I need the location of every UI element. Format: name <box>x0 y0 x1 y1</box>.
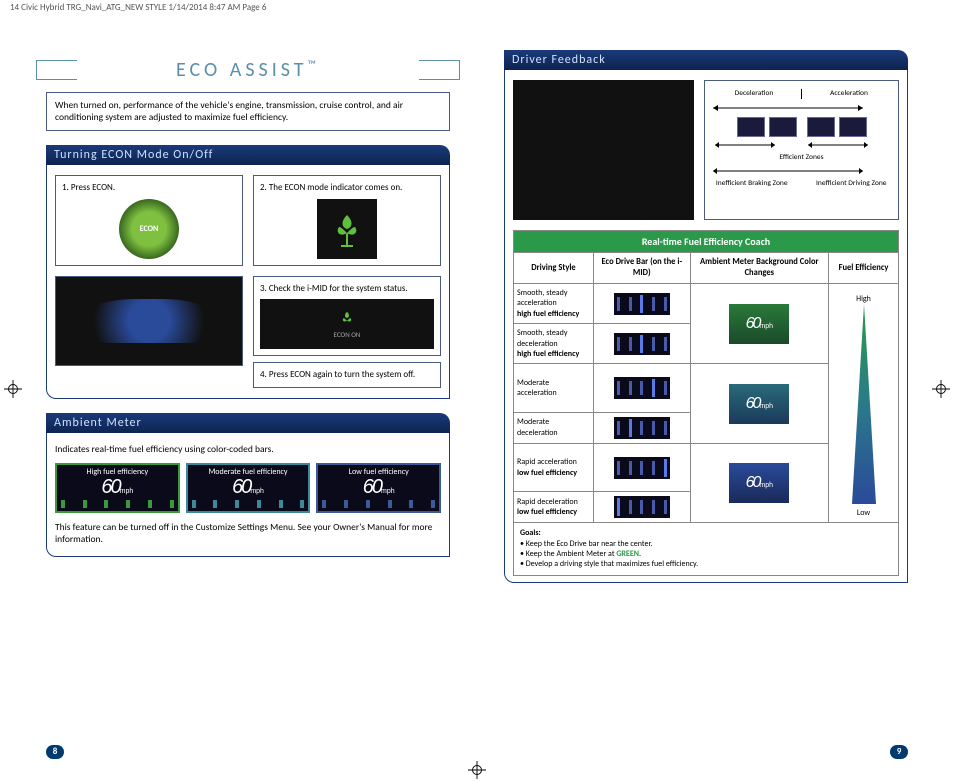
zone-decel-label: Deceleration <box>711 89 797 99</box>
zone-ineff-drive-label: Inefficient Driving Zone <box>811 179 892 189</box>
econ-on-image: ECON ON <box>260 299 434 349</box>
coach-table: Real-time Fuel Efficiency Coach Driving … <box>513 230 899 523</box>
step-3-cell: 3. Check the i-MID for the system status… <box>253 276 441 356</box>
coach-title: Real-time Fuel Efficiency Coach <box>514 231 899 253</box>
ambient-intro: Indicates real-time fuel efficiency usin… <box>55 443 441 455</box>
coach-h1: Driving Style <box>514 253 594 284</box>
section-header-econ-mode: Turning ECON Mode On/Off <box>46 145 450 165</box>
zone-accel-label: Acceleration <box>806 89 892 99</box>
eff-low: Low <box>832 508 895 518</box>
goal-3: Develop a driving style that maximizes f… <box>526 559 698 569</box>
page-right: Driver Feedback Deceleration Acceleratio… <box>484 20 928 761</box>
eff-high: High <box>832 294 895 304</box>
registration-mark-bottom <box>468 761 486 779</box>
efficiency-gradient-icon <box>851 304 877 504</box>
section-body-driver-feedback: Deceleration Acceleration <box>504 70 908 583</box>
econ-on-label: ECON ON <box>334 330 361 339</box>
zone-block <box>807 117 835 137</box>
zone-block <box>769 117 797 137</box>
dashboard-image-2 <box>513 80 694 220</box>
goals-box: Goals: • Keep the Eco Drive bar near the… <box>513 523 899 576</box>
title-tm: ™ <box>308 58 320 72</box>
section-header-ambient: Ambient Meter <box>46 413 450 433</box>
goals-title: Goals: <box>520 528 541 538</box>
zone-ineff-brake-label: Inefficient Braking Zone <box>711 179 792 189</box>
zone-block <box>737 117 765 137</box>
dashboard-image-1 <box>55 276 243 366</box>
registration-mark-left <box>4 380 22 398</box>
goal-1: Keep the Eco Drive bar near the center. <box>526 539 653 549</box>
print-header: 14 Civic Hybrid TRG_Navi_ATG_NEW STYLE 1… <box>0 0 954 15</box>
table-row: Smooth, steady accelerationhigh fuel eff… <box>514 284 899 324</box>
ambient-moderate: Moderate fuel efficiency 60mph <box>186 463 311 513</box>
ambient-high: High fuel efficiency 60mph <box>55 463 180 513</box>
zone-diagram: Deceleration Acceleration <box>704 80 899 220</box>
speed-readout-3: 60mph <box>363 477 395 497</box>
step-1-cell: 1. Press ECON. ECON <box>55 175 243 267</box>
page-number-right: 9 <box>890 745 908 759</box>
eco-assist-title: ECO ASSIST™ <box>46 58 450 82</box>
goal-2a: Keep the Ambient Meter at <box>526 549 617 559</box>
title-text: ECO ASSIST <box>176 58 308 82</box>
intro-box: When turned on, performance of the vehic… <box>46 92 450 131</box>
step-2-cell: 2. The ECON mode indicator comes on. <box>253 175 441 267</box>
zone-efficient-label: Efficient Zones <box>711 153 892 163</box>
speed-readout-2: 60mph <box>232 477 264 497</box>
spread: ECO ASSIST™ When turned on, performance … <box>26 20 928 761</box>
section-body-ambient: Indicates real-time fuel efficiency usin… <box>46 433 450 557</box>
leaf-icon <box>317 199 377 259</box>
goal-2-green: GREEN <box>616 549 639 559</box>
section-body-econ-mode: 1. Press ECON. ECON 2. The ECON mode ind… <box>46 165 450 399</box>
coach-h2: Eco Drive Bar (on the i-MID) <box>594 253 691 284</box>
section-header-driver-feedback: Driver Feedback <box>504 50 908 70</box>
speed-readout-1: 60mph <box>101 477 133 497</box>
econ-button-image: ECON <box>119 199 179 259</box>
step-4-cell: 4. Press ECON again to turn the system o… <box>253 362 441 388</box>
ambient-note: This feature can be turned off in the Cu… <box>55 521 441 546</box>
page-left: ECO ASSIST™ When turned on, performance … <box>26 20 470 761</box>
step-2-text: 2. The ECON mode indicator comes on. <box>260 182 434 194</box>
coach-h3: Ambient Meter Background Color Changes <box>690 253 828 284</box>
zone-block <box>839 117 867 137</box>
registration-mark-right <box>932 380 950 398</box>
page-number-left: 8 <box>46 745 64 759</box>
step-3-text: 3. Check the i-MID for the system status… <box>260 283 434 295</box>
ambient-low: Low fuel efficiency 60mph <box>316 463 441 513</box>
step-1-text: 1. Press ECON. <box>62 182 236 194</box>
coach-h4: Fuel Efficiency <box>829 253 899 284</box>
